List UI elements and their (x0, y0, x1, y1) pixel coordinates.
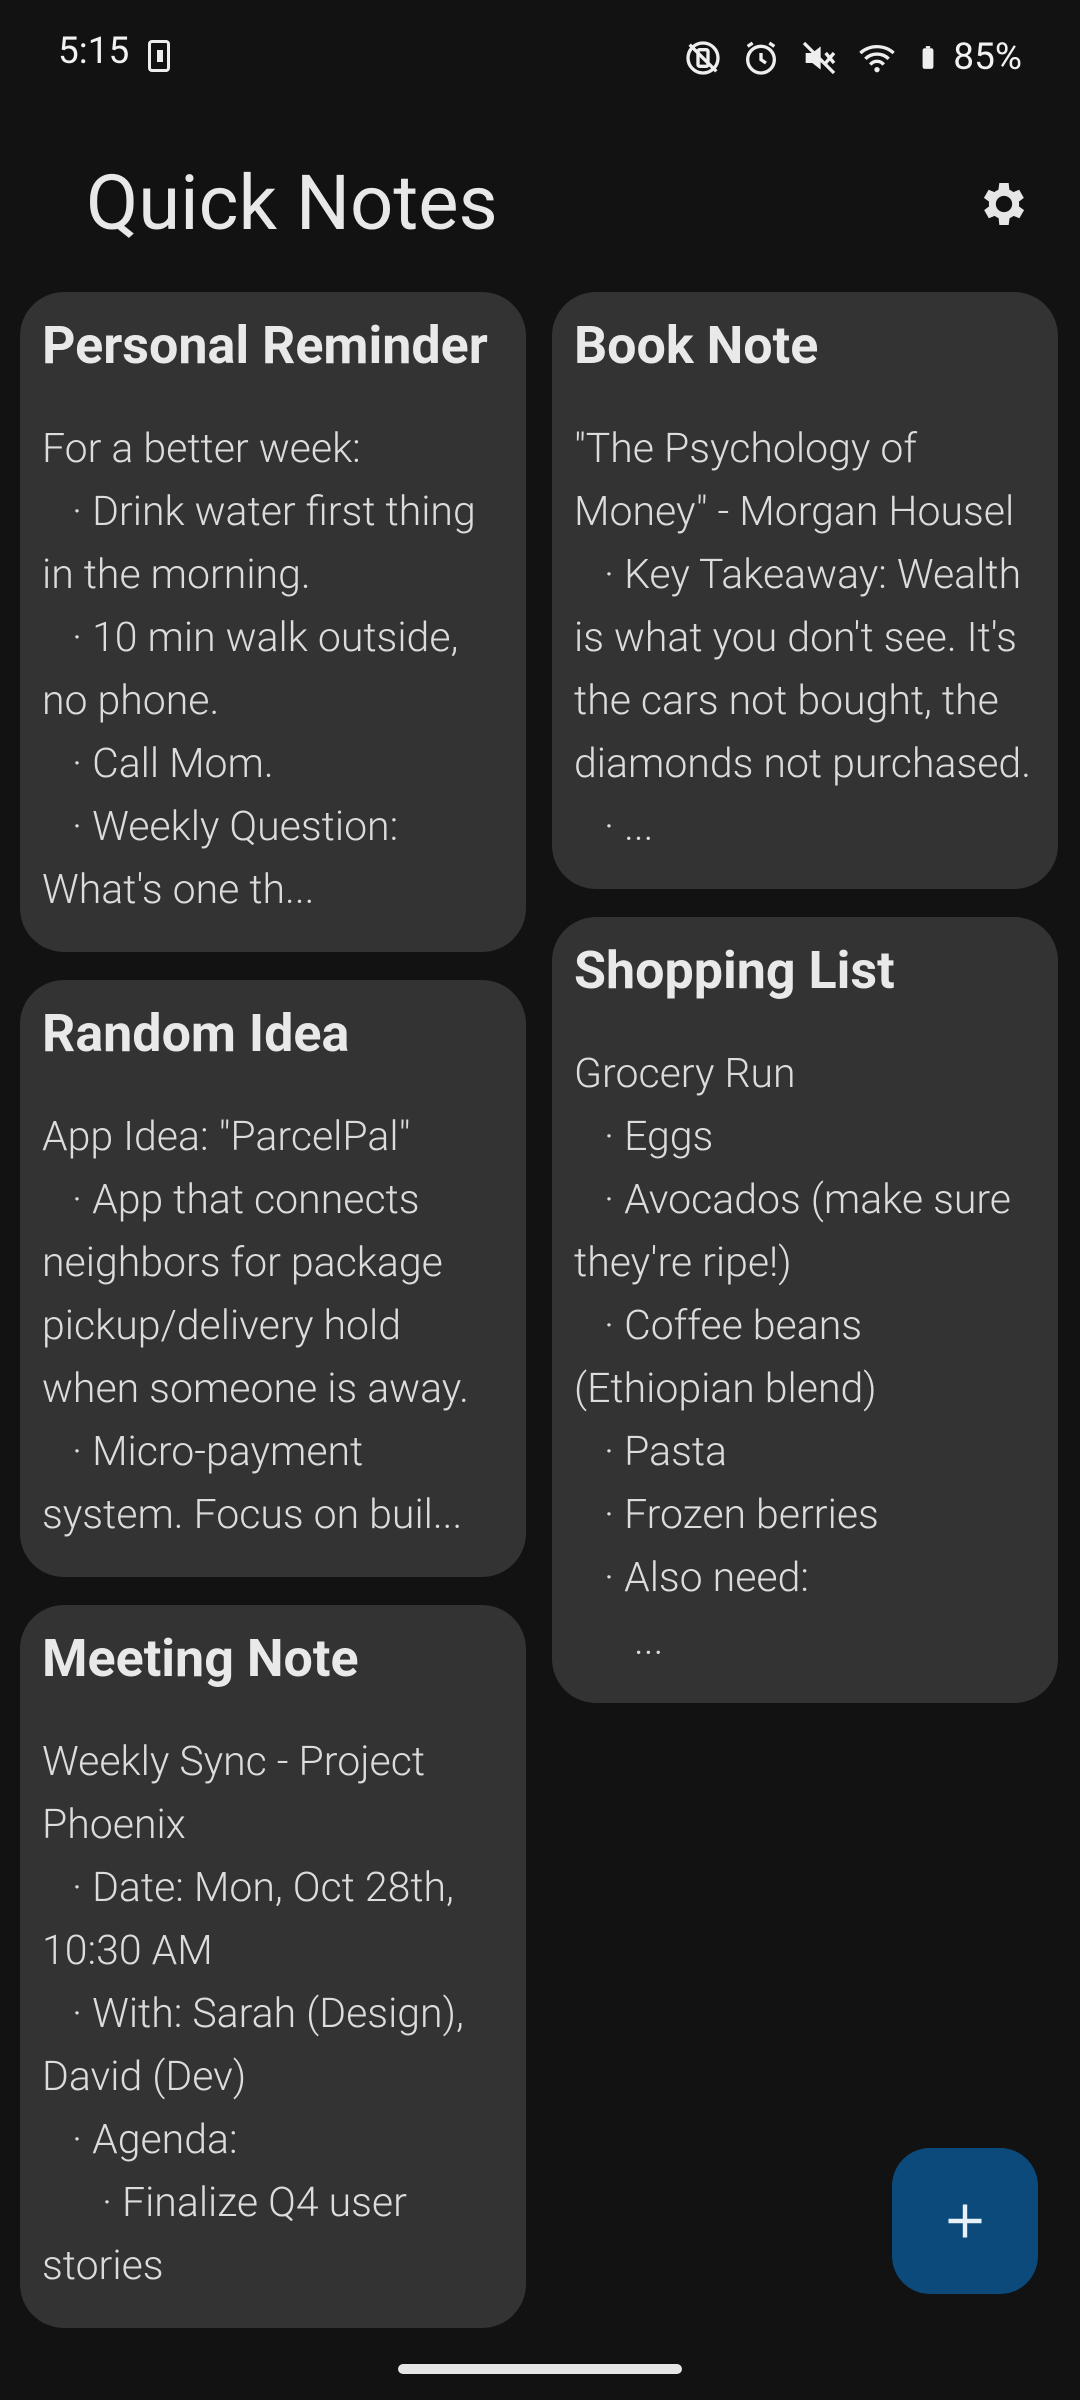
note-body: Weekly Sync - Project Phoenix · Date: Mo… (42, 1738, 464, 2290)
note-body: For a better week: · Drink water first t… (42, 425, 476, 914)
page-title: Quick Notes (86, 158, 498, 248)
note-body: "The Psychology of Money" - Morgan House… (574, 425, 1032, 851)
add-note-button[interactable] (892, 2148, 1038, 2294)
note-title: Personal Reminder (42, 315, 488, 376)
mute-icon (803, 41, 836, 74)
note-card-shopping-list[interactable]: Shopping List Grocery Run · Eggs · Avoca… (552, 917, 1058, 1703)
notes-column-right: Book Note "The Psychology of Money" - Mo… (552, 292, 1058, 1731)
note-title: Shopping List (574, 940, 895, 1001)
wifi-icon (859, 44, 896, 72)
note-title: Book Note (574, 315, 819, 376)
alarm-icon (746, 41, 777, 75)
status-icons: 85% (683, 36, 1022, 79)
note-card-personal-reminder[interactable]: Personal Reminder For a better week: · D… (20, 292, 526, 952)
plus-icon (948, 2204, 982, 2238)
note-body: Grocery Run · Eggs · Avocados (make sure… (574, 1050, 1012, 1665)
note-card-meeting-note[interactable]: Meeting Note Weekly Sync - Project Phoen… (20, 1605, 526, 2328)
note-card-book-note[interactable]: Book Note "The Psychology of Money" - Mo… (552, 292, 1058, 889)
note-body: App Idea: "ParcelPal" · App that connect… (42, 1113, 469, 1539)
battery-percent: 85% (953, 36, 1022, 79)
status-time: 5:15 (58, 30, 130, 73)
note-title: Random Idea (42, 1003, 350, 1064)
sim-card-icon (148, 40, 170, 72)
note-title: Meeting Note (42, 1628, 359, 1689)
notes-column-left: Personal Reminder For a better week: · D… (20, 292, 526, 2356)
battery-icon (922, 45, 934, 69)
settings-gear-icon[interactable] (976, 176, 1032, 232)
rotation-lock-icon (686, 40, 720, 75)
status-bar: 5:15 85% (0, 0, 1080, 116)
note-card-random-idea[interactable]: Random Idea App Idea: "ParcelPal" · App … (20, 980, 526, 1577)
gesture-nav-handle[interactable] (398, 2364, 682, 2374)
